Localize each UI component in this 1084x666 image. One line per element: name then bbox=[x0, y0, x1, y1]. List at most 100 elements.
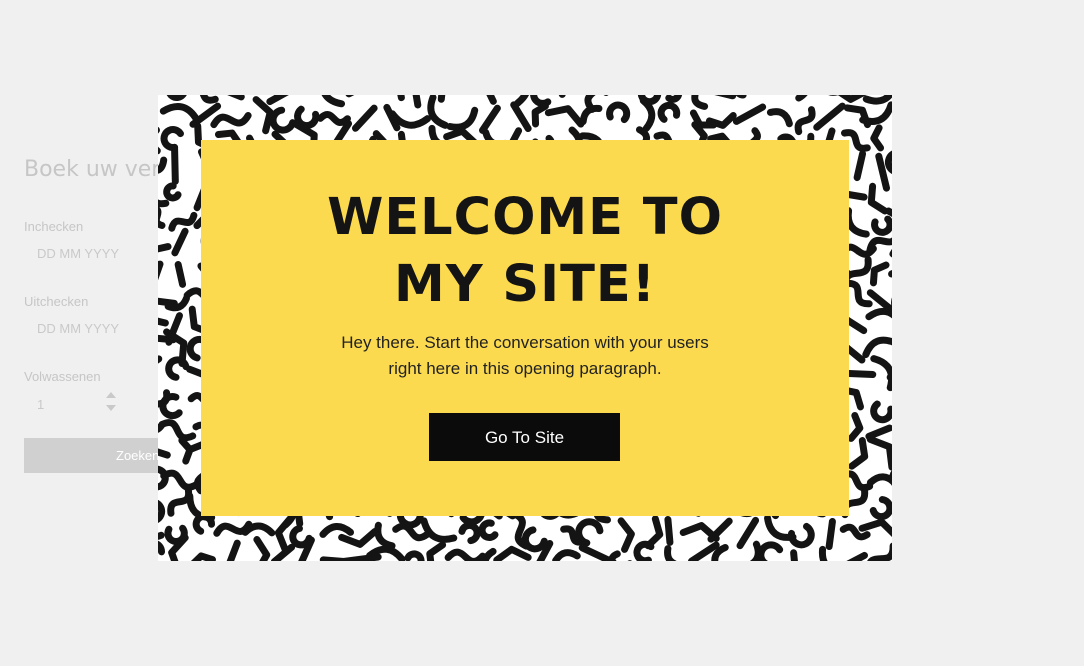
squiggle-shape bbox=[444, 548, 487, 561]
squiggle-shape bbox=[158, 531, 165, 540]
squiggle-shape bbox=[705, 112, 737, 129]
squiggle-shape bbox=[848, 437, 869, 470]
squiggle-shape bbox=[158, 540, 166, 556]
squiggle-shape bbox=[190, 552, 216, 561]
squiggle-shape bbox=[171, 227, 189, 257]
squiggle-shape bbox=[397, 95, 405, 102]
squiggle-shape bbox=[837, 95, 867, 103]
squiggle-shape bbox=[862, 95, 892, 105]
squiggle-shape bbox=[870, 400, 892, 424]
squiggle-shape bbox=[274, 515, 294, 554]
squiggle-shape bbox=[844, 207, 870, 238]
squiggle-shape bbox=[544, 105, 585, 128]
squiggle-shape bbox=[847, 412, 864, 442]
squiggle-shape bbox=[392, 522, 431, 542]
squiggle-shape bbox=[552, 549, 581, 561]
squiggle-shape bbox=[736, 516, 760, 550]
squiggle-shape bbox=[479, 104, 501, 134]
squiggle-shape bbox=[664, 515, 674, 546]
squiggle-shape bbox=[757, 541, 784, 561]
adults-stepper-input[interactable]: 1 bbox=[24, 392, 159, 418]
squiggle-shape bbox=[192, 513, 216, 535]
squiggle-shape bbox=[825, 517, 836, 551]
squiggle-shape bbox=[316, 111, 351, 126]
squiggle-shape bbox=[241, 522, 276, 537]
welcome-popup: WELCOME TO MY SITE! Hey there. Start the… bbox=[158, 95, 892, 561]
squiggle-shape bbox=[664, 545, 677, 561]
squiggle-shape bbox=[691, 95, 709, 110]
squiggle-shape bbox=[426, 541, 447, 561]
squiggle-shape bbox=[514, 95, 529, 107]
squiggle-shape bbox=[227, 95, 245, 101]
squiggle-shape bbox=[575, 518, 604, 547]
checkin-label: Inchecken bbox=[24, 219, 84, 234]
squiggle-shape bbox=[159, 103, 201, 124]
squiggle-shape bbox=[253, 536, 271, 561]
increment-arrow-icon[interactable] bbox=[106, 392, 116, 398]
squiggle-shape bbox=[171, 143, 179, 185]
squiggle-shape bbox=[210, 111, 252, 129]
squiggle-shape bbox=[795, 95, 808, 102]
squiggle-shape bbox=[843, 279, 873, 308]
squiggle-shape bbox=[158, 355, 163, 364]
adults-stepper-arrows[interactable] bbox=[106, 392, 118, 414]
squiggle-shape bbox=[865, 307, 892, 321]
squiggle-shape bbox=[412, 95, 422, 109]
squiggle-shape bbox=[158, 260, 164, 281]
squiggle-shape bbox=[813, 102, 846, 131]
squiggle-shape bbox=[871, 215, 892, 236]
squiggle-shape bbox=[665, 95, 683, 103]
squiggle-shape bbox=[869, 496, 892, 521]
squiggle-shape bbox=[853, 150, 867, 182]
squiggle-shape bbox=[199, 95, 219, 104]
squiggle-shape bbox=[818, 545, 828, 561]
squiggle-shape bbox=[884, 150, 892, 174]
squiggle-shape bbox=[481, 547, 497, 561]
squiggle-shape bbox=[869, 261, 890, 287]
squiggle-shape bbox=[711, 544, 729, 561]
squiggle-shape bbox=[579, 104, 603, 126]
squiggle-shape bbox=[168, 211, 198, 232]
checkin-date-field[interactable]: DD MM YYYY bbox=[24, 241, 159, 267]
squiggle-shape bbox=[340, 553, 382, 561]
squiggle-shape bbox=[794, 106, 816, 136]
squiggle-shape bbox=[158, 243, 172, 253]
squiggle-shape bbox=[657, 101, 681, 123]
squiggle-shape bbox=[158, 499, 166, 523]
squiggle-shape bbox=[158, 448, 171, 459]
squiggle-shape bbox=[787, 522, 815, 549]
squiggle-shape bbox=[870, 124, 885, 152]
squiggle-shape bbox=[486, 95, 497, 105]
squiggle-shape bbox=[790, 549, 798, 561]
squiggle-shape bbox=[158, 156, 168, 174]
squiggle-shape bbox=[388, 110, 432, 129]
squiggle-shape bbox=[639, 97, 656, 132]
squiggle-shape bbox=[493, 545, 532, 561]
squiggle-shape bbox=[865, 424, 892, 440]
squiggle-shape bbox=[420, 517, 458, 543]
squiggle-shape bbox=[862, 336, 892, 359]
checkout-date-field[interactable]: DD MM YYYY bbox=[24, 316, 159, 342]
squiggle-shape bbox=[165, 356, 190, 381]
squiggle-shape bbox=[266, 95, 289, 106]
squiggle-shape bbox=[866, 435, 892, 471]
squiggle-shape bbox=[351, 104, 378, 132]
squiggle-shape bbox=[766, 108, 793, 128]
squiggle-shape bbox=[158, 419, 197, 442]
squiggle-shape bbox=[160, 469, 200, 491]
squiggle-shape bbox=[158, 317, 169, 327]
squiggle-shape bbox=[167, 486, 192, 517]
squiggle-shape bbox=[531, 102, 549, 128]
squiggle-shape bbox=[446, 106, 479, 131]
squiggle-shape bbox=[158, 297, 178, 307]
squiggle-shape bbox=[510, 101, 532, 133]
squiggle-shape bbox=[633, 540, 655, 561]
squiggle-shape bbox=[866, 473, 892, 487]
go-to-site-button[interactable]: Go To Site bbox=[429, 413, 620, 461]
squiggle-shape bbox=[867, 182, 889, 215]
checkout-label: Uitchecken bbox=[24, 294, 89, 309]
decrement-arrow-icon[interactable] bbox=[106, 405, 116, 411]
squiggle-shape bbox=[158, 206, 166, 229]
squiggle-shape bbox=[617, 517, 635, 553]
squiggle-shape bbox=[159, 393, 183, 420]
